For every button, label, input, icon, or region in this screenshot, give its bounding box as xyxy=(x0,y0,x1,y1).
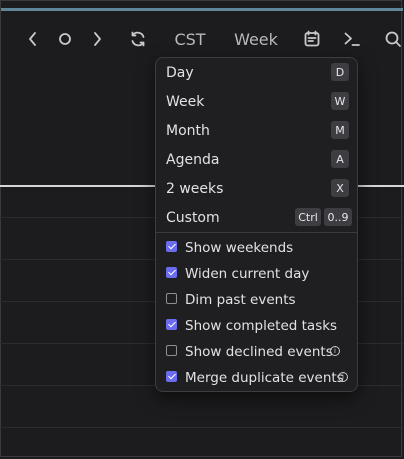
shortcut-key: A xyxy=(331,150,349,168)
command-button[interactable] xyxy=(340,22,364,56)
option-label: Show weekends xyxy=(185,240,294,256)
checkbox[interactable] xyxy=(166,241,177,252)
menu-item-week[interactable]: Week W xyxy=(156,87,357,116)
view-options-menu: Day D Week W Month M Agenda A 2 weeks X … xyxy=(155,57,358,392)
shortcut-key: Ctrl xyxy=(295,208,321,226)
checkbox[interactable] xyxy=(166,371,177,382)
view-selector-label: Week xyxy=(234,29,278,49)
menu-item-agenda[interactable]: Agenda A xyxy=(156,145,357,174)
menu-item-label: Custom xyxy=(166,209,220,226)
option-widen-current-day[interactable]: Widen current day xyxy=(156,261,357,287)
top-accent-strip xyxy=(1,8,403,11)
checkbox[interactable] xyxy=(166,267,177,278)
shortcut-key: X xyxy=(331,179,349,197)
menu-item-label: Month xyxy=(166,122,210,139)
option-show-declined-events[interactable]: Show declined events i xyxy=(156,339,357,365)
menu-item-label: Week xyxy=(166,93,205,110)
circle-icon xyxy=(59,33,71,45)
option-merge-duplicate-events[interactable]: Merge duplicate events i xyxy=(156,365,357,391)
shortcut-key: D xyxy=(331,63,349,81)
shortcut-key: M xyxy=(331,121,349,139)
checkbox[interactable] xyxy=(166,345,177,356)
calendar-button[interactable] xyxy=(300,22,324,56)
option-label: Show completed tasks xyxy=(185,318,338,334)
view-selector-button[interactable]: Week xyxy=(230,22,282,56)
timezone-label: CST xyxy=(174,29,206,49)
grid-line xyxy=(0,427,404,428)
info-icon[interactable]: i xyxy=(338,372,348,382)
option-show-completed-tasks[interactable]: Show completed tasks xyxy=(156,313,357,339)
timezone-button[interactable]: CST xyxy=(168,22,212,56)
option-label: Show declined events xyxy=(185,344,333,360)
previous-button[interactable] xyxy=(22,22,44,56)
search-button[interactable] xyxy=(382,22,404,56)
today-button[interactable] xyxy=(54,22,76,56)
checkbox[interactable] xyxy=(166,293,177,304)
option-label: Widen current day xyxy=(185,266,310,282)
next-button[interactable] xyxy=(86,22,108,56)
menu-item-label: Agenda xyxy=(166,151,220,168)
refresh-button[interactable] xyxy=(126,22,150,56)
terminal-icon xyxy=(344,32,360,46)
chevron-left-icon xyxy=(29,32,36,46)
menu-item-custom[interactable]: Custom Ctrl 0..9 xyxy=(156,203,357,232)
option-label: Merge duplicate events xyxy=(185,370,344,386)
refresh-icon xyxy=(131,31,145,47)
chevron-right-icon xyxy=(94,32,101,46)
search-icon xyxy=(385,31,401,47)
option-show-weekends[interactable]: Show weekends xyxy=(156,235,357,261)
info-icon[interactable]: i xyxy=(330,346,340,356)
calendar-icon xyxy=(304,30,320,47)
menu-item-label: Day xyxy=(166,64,194,81)
menu-item-label: 2 weeks xyxy=(166,180,224,197)
menu-item-month[interactable]: Month M xyxy=(156,116,357,145)
checkbox[interactable] xyxy=(166,319,177,330)
shortcut-key: W xyxy=(331,92,349,110)
shortcut-key: 0..9 xyxy=(324,208,352,226)
menu-item-2-weeks[interactable]: 2 weeks X xyxy=(156,174,357,203)
calendar-toolbar: CST Week xyxy=(0,22,404,56)
menu-divider xyxy=(156,232,357,233)
option-label: Dim past events xyxy=(185,292,296,308)
option-dim-past-events[interactable]: Dim past events xyxy=(156,287,357,313)
menu-item-day[interactable]: Day D xyxy=(156,58,357,87)
